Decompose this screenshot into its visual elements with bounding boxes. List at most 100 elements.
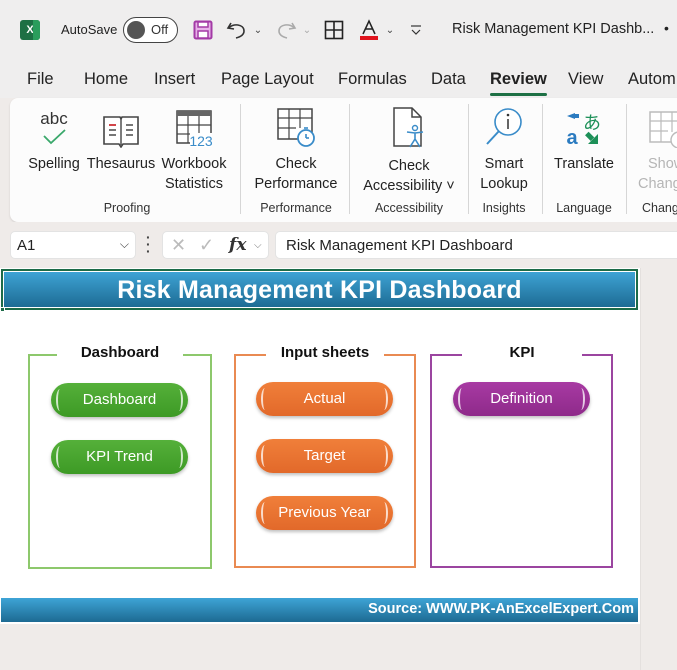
ribbon: abc Spelling Thesaurus 123 Workbook Stat… [10,98,677,222]
workbook-statistics-label-1: Workbook [161,156,227,172]
check-accessibility-button[interactable]: Check Accessibility ˅ [356,107,462,196]
borders-icon[interactable] [323,16,345,44]
name-box-value: A1 [17,237,36,254]
group-label-changes: Chang [642,201,677,215]
tab-review[interactable]: Review [490,70,547,96]
group-label-accessibility: Accessibility [374,201,444,215]
formula-bar: A1 ⌵ · · · ✕ ✓ fx ⌵ Risk Management KPI Da… [0,222,677,268]
worksheet-empty-area [640,268,677,670]
tab-page-layout[interactable]: Page Layout [221,70,314,89]
section-border [236,354,266,356]
section-border [582,354,611,356]
thesaurus-label: Thesaurus [86,156,156,172]
check-accessibility-label-2: Accessibility ˅ [363,178,455,194]
svg-text:abc: abc [40,109,68,128]
document-title: Risk Management KPI Dashb... [452,21,655,37]
section-kpi: KPI Definition [430,344,613,568]
save-icon[interactable] [192,16,214,44]
svg-text:123: 123 [189,133,213,148]
translate-label: Translate [554,156,614,172]
insert-function-icon[interactable]: fx [229,235,246,255]
spelling-button[interactable]: abc Spelling [24,106,84,174]
spelling-label: Spelling [28,156,80,172]
nav-button-target[interactable]: Target [256,439,393,473]
check-performance-label-2: Performance [254,176,338,192]
formula-input[interactable]: Risk Management KPI Dashboard [275,231,677,259]
autosave-label: AutoSave [61,22,118,37]
tab-data[interactable]: Data [431,70,466,89]
nav-button-actual[interactable]: Actual [256,382,393,416]
formula-buttons: ✕ ✓ fx ⌵ [162,231,269,259]
customize-toolbar-icon[interactable] [409,16,423,44]
workbook-statistics-icon: 123 [158,106,230,148]
smart-lookup-button[interactable]: Smart Lookup [472,106,536,194]
section-title-kpi: KPI [509,344,535,361]
redo-icon [275,16,297,44]
svg-text:あ: あ [583,113,601,134]
title-bar: X AutoSave Off ⌄ ⌄ ⌄ Risk Management KPI… [0,0,677,60]
section-title-input-sheets: Input sheets [280,344,370,361]
thesaurus-button[interactable]: Thesaurus [86,106,156,174]
svg-text:a: a [566,127,578,148]
smart-lookup-icon [472,106,536,148]
cancel-icon: ✕ [171,235,187,255]
fill-handle[interactable] [0,307,5,312]
tab-formulas[interactable]: Formulas [338,70,407,89]
translate-icon: aあ [548,106,620,148]
autosave-toggle[interactable]: Off [123,17,178,43]
show-changes-button: Show Chang [636,106,677,194]
section-dashboard: Dashboard Dashboard KPI Trend [28,344,212,569]
ribbon-separator [349,104,350,214]
check-performance-label-1: Check [275,156,317,172]
undo-icon[interactable] [226,16,248,44]
chevron-down-icon[interactable]: ⌵ [120,237,129,252]
more-options-icon[interactable]: · · · [146,230,151,258]
ribbon-separator [240,104,241,214]
toggle-knob [127,21,145,39]
show-changes-icon [636,106,677,148]
section-title-dashboard: Dashboard [80,344,160,361]
check-accessibility-label-1: Check [388,158,430,174]
section-border [432,354,462,356]
ribbon-tabs: File Home Insert Page Layout Formulas Da… [0,60,677,98]
nav-button-definition[interactable]: Definition [453,382,590,416]
workbook-statistics-button[interactable]: 123 Workbook Statistics [158,106,230,194]
formula-value: Risk Management KPI Dashboard [286,237,513,254]
font-color-dropdown-icon[interactable]: ⌄ [384,16,396,44]
ribbon-separator [626,104,627,214]
show-changes-label-1: Show [648,156,677,172]
dashboard-title: Risk Management KPI Dashboard [117,276,522,304]
tab-view[interactable]: View [568,70,603,89]
check-performance-button[interactable]: Check Performance [248,106,344,194]
source-credit: Source: WWW.PK-AnExcelExpert.Com [368,601,634,617]
ribbon-separator [468,104,469,214]
translate-button[interactable]: aあ Translate [548,106,620,174]
section-border [30,354,57,356]
tab-file[interactable]: File [27,70,54,89]
section-input-sheets: Input sheets Actual Target Previous Year [234,344,416,568]
tab-automate[interactable]: Autom [628,70,676,89]
smart-lookup-label-1: Smart [484,156,524,172]
check-performance-icon [248,106,344,148]
tab-home[interactable]: Home [84,70,128,89]
spelling-icon: abc [24,106,84,148]
thesaurus-icon [86,106,156,148]
workbook-statistics-label-2: Statistics [164,176,223,192]
redo-dropdown-icon: ⌄ [302,24,312,36]
font-color-icon[interactable] [358,16,380,44]
undo-dropdown-icon[interactable]: ⌄ [252,16,264,44]
nav-button-dashboard[interactable]: Dashboard [51,383,188,417]
nav-button-kpi-trend[interactable]: KPI Trend [51,440,188,474]
section-border [384,354,414,356]
chevron-down-icon[interactable]: ⌵ [254,240,262,251]
autosave-state: Off [151,22,169,37]
excel-icon: X [20,20,40,40]
show-changes-label-2: Chang [638,176,677,192]
group-label-language: Language [556,201,612,215]
dashboard-footer: Source: WWW.PK-AnExcelExpert.Com [1,598,638,622]
tab-insert[interactable]: Insert [154,70,195,89]
section-border [183,354,210,356]
name-box[interactable]: A1 ⌵ [10,231,136,259]
nav-button-previous-year[interactable]: Previous Year [256,496,393,530]
dashboard-header-cell[interactable]: Risk Management KPI Dashboard [1,269,638,310]
